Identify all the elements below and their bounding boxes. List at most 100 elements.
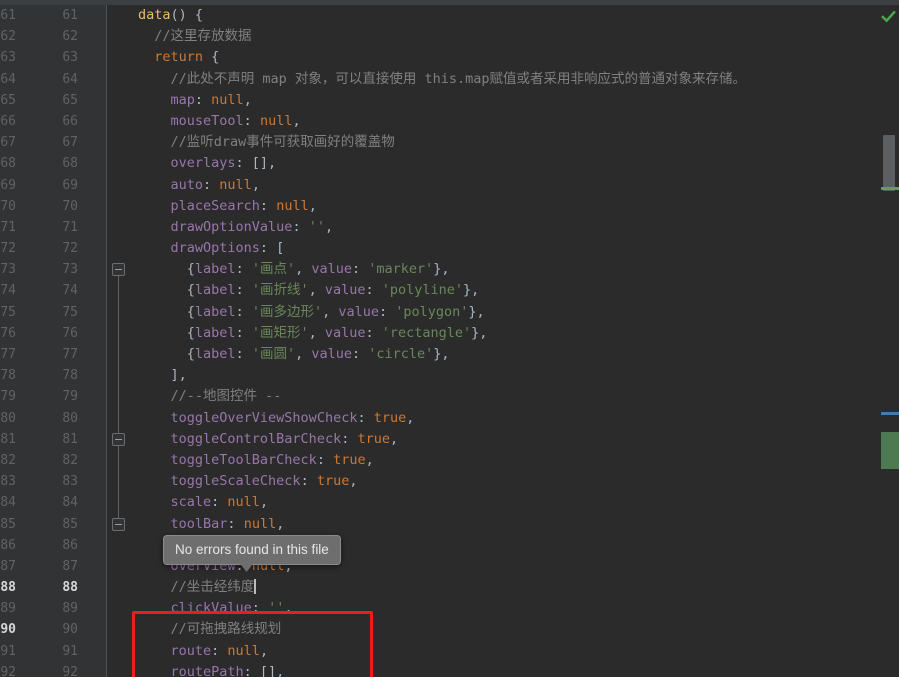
code-line[interactable]: //这里存放数据 bbox=[130, 26, 878, 47]
code-line[interactable]: route: null, bbox=[130, 641, 878, 662]
code-line[interactable]: toggleControlBarCheck: true, bbox=[130, 429, 878, 450]
code-token: value bbox=[325, 325, 366, 341]
fold-collapse-icon[interactable] bbox=[112, 263, 125, 276]
gutter-separator bbox=[106, 5, 107, 677]
code-token: clickValue bbox=[171, 600, 252, 616]
code-token: }, bbox=[433, 346, 449, 362]
code-line[interactable]: {label: '画点', value: 'marker'}, bbox=[130, 259, 878, 280]
line-number-old: 61 bbox=[0, 5, 45, 26]
code-line[interactable]: ], bbox=[130, 365, 878, 386]
code-line[interactable]: drawOptionValue: '', bbox=[130, 217, 878, 238]
code-token: , bbox=[244, 92, 252, 108]
line-number-old: 64 bbox=[0, 69, 45, 90]
code-token: }, bbox=[463, 282, 479, 298]
code-line[interactable]: scale: null, bbox=[130, 492, 878, 513]
code-line[interactable]: routePath: [], bbox=[130, 662, 878, 677]
line-number-new: 84 bbox=[45, 492, 107, 513]
line-number-new: 85 bbox=[45, 514, 107, 535]
code-line[interactable]: placeSearch: null, bbox=[130, 196, 878, 217]
line-number-new: 68 bbox=[45, 153, 107, 174]
code-token: : bbox=[244, 113, 260, 129]
code-token: , bbox=[284, 600, 292, 616]
line-number-old: 62 bbox=[0, 26, 45, 47]
code-line[interactable]: {label: '画折线', value: 'polyline'}, bbox=[130, 280, 878, 301]
code-folding-gutter[interactable] bbox=[107, 5, 130, 677]
line-number-old: 88 bbox=[0, 577, 45, 598]
change-marker-green-block[interactable] bbox=[881, 432, 899, 469]
line-number-old: 83 bbox=[0, 471, 45, 492]
code-line[interactable]: mouseTool: null, bbox=[130, 111, 878, 132]
code-token: { bbox=[187, 261, 195, 277]
code-line[interactable]: data() { bbox=[130, 5, 878, 26]
code-token: null bbox=[260, 113, 293, 129]
code-token: : bbox=[260, 198, 276, 214]
code-line[interactable]: //--地图控件 -- bbox=[130, 386, 878, 407]
code-token: : bbox=[252, 600, 268, 616]
code-line[interactable]: toggleToolBarCheck: true, bbox=[130, 450, 878, 471]
line-number-old: 70 bbox=[0, 196, 45, 217]
line-number-gutter-new[interactable]: 6162636465666768697071727374757677787980… bbox=[45, 5, 107, 677]
code-line[interactable]: toggleOverViewShowCheck: true, bbox=[130, 408, 878, 429]
fold-collapse-icon[interactable] bbox=[112, 433, 125, 446]
code-token: toolBar bbox=[171, 516, 228, 532]
code-token: { bbox=[187, 325, 195, 341]
line-number-new: 87 bbox=[45, 556, 107, 577]
code-token: null bbox=[227, 494, 260, 510]
code-token: ], bbox=[171, 367, 187, 383]
code-line[interactable]: {label: '画圆', value: 'circle'}, bbox=[130, 344, 878, 365]
line-number-new: 64 bbox=[45, 69, 107, 90]
line-number-old: 65 bbox=[0, 90, 45, 111]
scrollbar-marker-bar[interactable] bbox=[878, 5, 899, 677]
line-number-old: 78 bbox=[0, 365, 45, 386]
code-token: null bbox=[219, 177, 252, 193]
line-number-gutter-old[interactable]: 6162636465666768697071727374757677787980… bbox=[0, 5, 45, 677]
editor-body: 6162636465666768697071727374757677787980… bbox=[0, 5, 899, 677]
line-number-new: 80 bbox=[45, 408, 107, 429]
code-token: , bbox=[252, 177, 260, 193]
code-line[interactable]: overlays: [], bbox=[130, 153, 878, 174]
code-line[interactable]: toggleScaleCheck: true, bbox=[130, 471, 878, 492]
line-number-new: 63 bbox=[45, 47, 107, 68]
code-token: : bbox=[366, 282, 382, 298]
line-number-new: 81 bbox=[45, 429, 107, 450]
line-number-old: 77 bbox=[0, 344, 45, 365]
code-line[interactable]: drawOptions: [ bbox=[130, 238, 878, 259]
line-number-new: 89 bbox=[45, 598, 107, 619]
code-line[interactable]: {label: '画多边形', value: 'polygon'}, bbox=[130, 302, 878, 323]
code-token: { bbox=[203, 49, 219, 65]
code-editor: 6162636465666768697071727374757677787980… bbox=[0, 0, 899, 677]
line-number-old: 71 bbox=[0, 217, 45, 238]
code-token: : bbox=[236, 282, 252, 298]
code-token: return bbox=[154, 49, 203, 65]
check-mark-icon[interactable] bbox=[881, 9, 896, 24]
change-marker-blue-line[interactable] bbox=[881, 412, 899, 415]
code-token: null bbox=[227, 643, 260, 659]
line-number-old: 73 bbox=[0, 259, 45, 280]
code-line[interactable]: clickValue: '', bbox=[130, 598, 878, 619]
code-line[interactable]: {label: '画矩形', value: 'rectangle'}, bbox=[130, 323, 878, 344]
line-number-new: 69 bbox=[45, 175, 107, 196]
code-token: , bbox=[295, 346, 311, 362]
code-line[interactable]: map: null, bbox=[130, 90, 878, 111]
fold-collapse-icon[interactable] bbox=[112, 518, 125, 531]
code-token: , bbox=[322, 304, 338, 320]
code-token: toggleScaleCheck bbox=[171, 473, 301, 489]
code-token: '画矩形' bbox=[252, 325, 309, 341]
code-token: true bbox=[317, 473, 350, 489]
code-token: : bbox=[352, 346, 368, 362]
code-line[interactable]: toolBar: null, bbox=[130, 514, 878, 535]
code-text-area[interactable]: data() { //这里存放数据 return { //此处不声明 map 对… bbox=[130, 5, 878, 677]
code-token: : bbox=[211, 643, 227, 659]
line-number-old: 91 bbox=[0, 641, 45, 662]
line-number-old: 75 bbox=[0, 302, 45, 323]
line-number-old: 81 bbox=[0, 429, 45, 450]
code-line[interactable]: auto: null, bbox=[130, 175, 878, 196]
code-line[interactable]: //可拖拽路线规划 bbox=[130, 619, 878, 640]
code-token: { bbox=[187, 346, 195, 362]
change-marker-green-line[interactable] bbox=[881, 187, 899, 190]
code-line[interactable]: //监听draw事件可获取画好的覆盖物 bbox=[130, 132, 878, 153]
code-line[interactable]: //此处不声明 map 对象，可以直接使用 this.map赋值或者采用非响应式… bbox=[130, 69, 878, 90]
scrollbar-thumb[interactable] bbox=[883, 135, 895, 191]
code-line[interactable]: //坐击经纬度 bbox=[130, 577, 878, 598]
code-line[interactable]: return { bbox=[130, 47, 878, 68]
